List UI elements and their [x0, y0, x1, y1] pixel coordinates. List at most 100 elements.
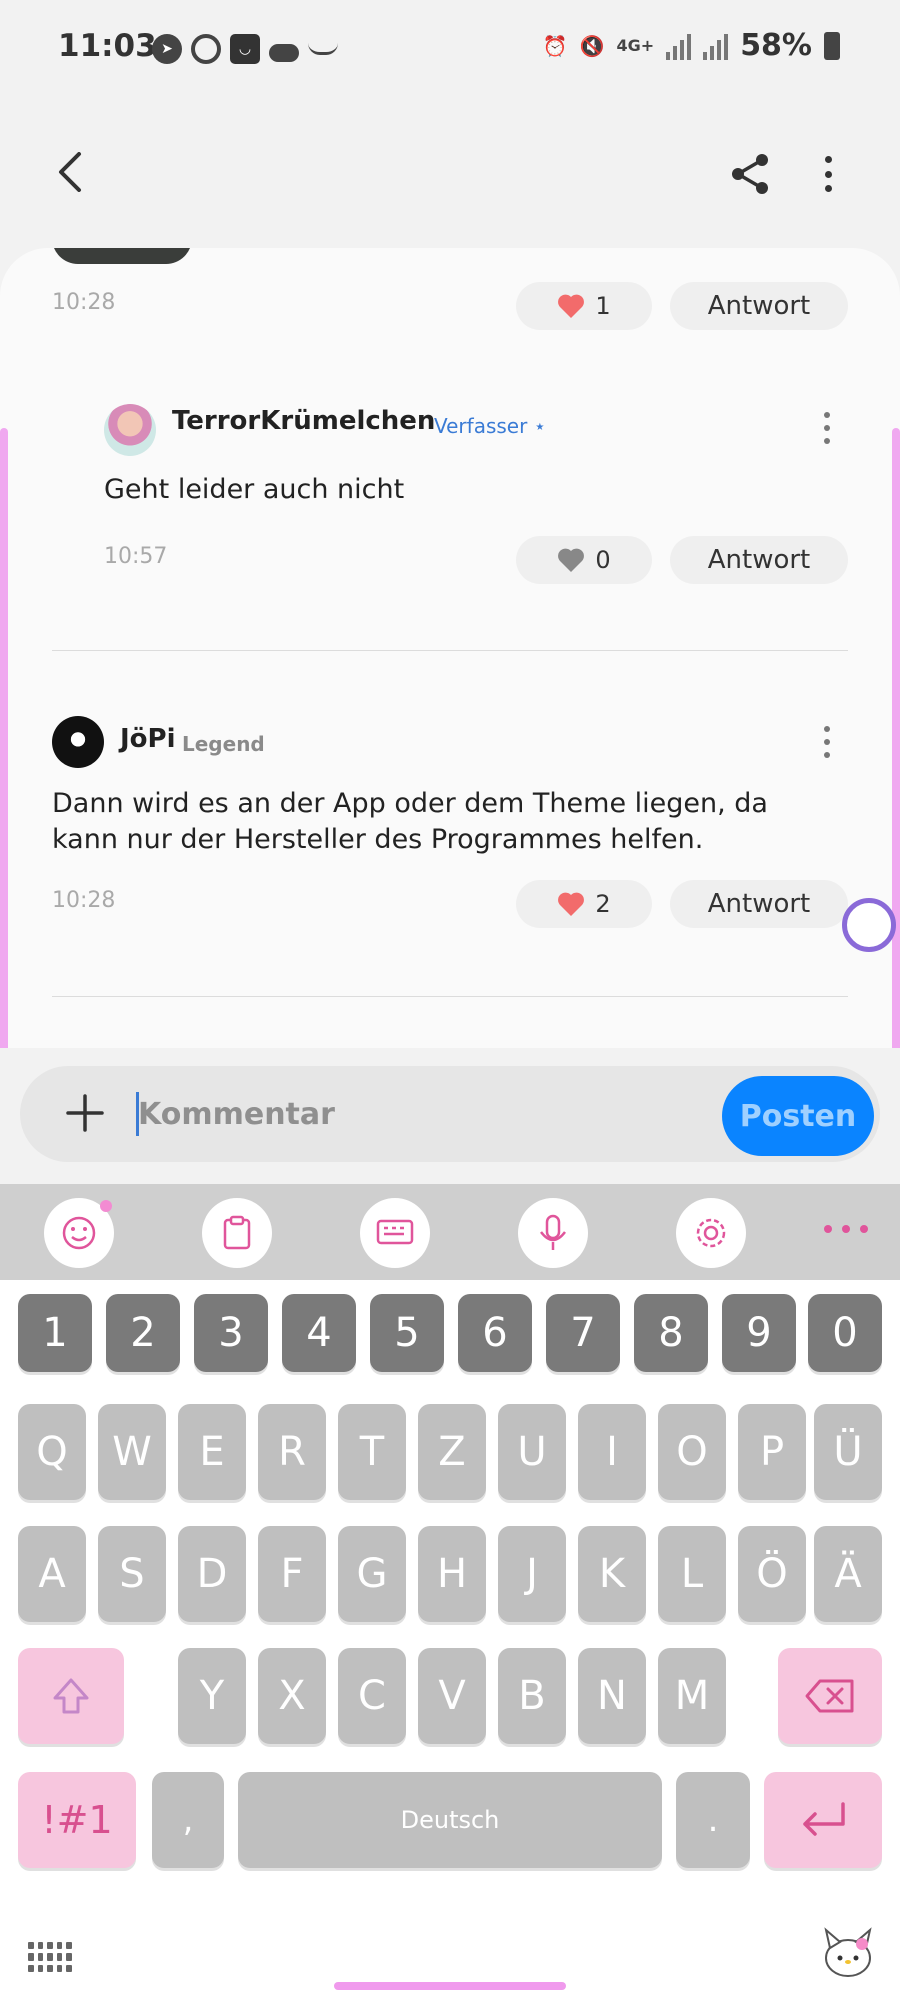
- author-role-badge: Verfasser ⋆: [434, 414, 547, 438]
- key-q[interactable]: Q: [18, 1404, 86, 1500]
- alarm-icon: ⏰: [542, 33, 568, 58]
- key-m[interactable]: M: [658, 1648, 726, 1744]
- key-8[interactable]: 8: [634, 1294, 708, 1372]
- keyboard-toolbar: [0, 1184, 900, 1280]
- floating-assistant-icon[interactable]: [842, 898, 896, 952]
- key-l[interactable]: L: [658, 1526, 726, 1622]
- key-a[interactable]: A: [18, 1526, 86, 1622]
- comment-composer: Posten: [0, 1048, 900, 1184]
- key-r[interactable]: R: [258, 1404, 326, 1500]
- enter-key[interactable]: [764, 1772, 882, 1868]
- microphone-icon: [540, 1214, 566, 1250]
- notification-dot: [100, 1200, 112, 1212]
- comment-menu-button[interactable]: [812, 408, 842, 448]
- key-e[interactable]: E: [178, 1404, 246, 1500]
- key-s[interactable]: S: [98, 1526, 166, 1622]
- voice-input-button[interactable]: [518, 1198, 588, 1268]
- key-u[interactable]: U: [498, 1404, 566, 1500]
- key-d[interactable]: D: [178, 1526, 246, 1622]
- period-key[interactable]: .: [676, 1772, 750, 1868]
- signal-icon: [666, 32, 692, 60]
- comma-key[interactable]: ,: [152, 1772, 224, 1868]
- comment-input[interactable]: [138, 1082, 698, 1146]
- cloud-icon: [269, 44, 299, 62]
- keyboard-settings-button[interactable]: [676, 1198, 746, 1268]
- keyboard-switch-icon[interactable]: [28, 1942, 72, 1972]
- network-type: 4G+: [616, 36, 655, 55]
- comment-menu-button[interactable]: [812, 722, 842, 762]
- shift-key[interactable]: [18, 1648, 124, 1744]
- key-6[interactable]: 6: [458, 1294, 532, 1372]
- heart-icon: [558, 294, 585, 318]
- comment-box: Posten: [20, 1066, 880, 1162]
- smiley-icon: [62, 1216, 96, 1250]
- symbols-key[interactable]: !#1: [18, 1772, 136, 1868]
- signal-icon: [703, 32, 729, 60]
- notification-icons: ➤ ◡: [152, 34, 338, 64]
- key-9[interactable]: 9: [722, 1294, 796, 1372]
- key-i[interactable]: I: [578, 1404, 646, 1500]
- shopping-bag-icon: ◡: [230, 34, 260, 64]
- key-b[interactable]: B: [498, 1648, 566, 1744]
- key-v[interactable]: V: [418, 1648, 486, 1744]
- more-options-button[interactable]: [810, 152, 846, 196]
- key-t[interactable]: T: [338, 1404, 406, 1500]
- attach-button[interactable]: [60, 1088, 110, 1138]
- key-z[interactable]: Z: [418, 1404, 486, 1500]
- space-key[interactable]: Deutsch: [238, 1772, 662, 1868]
- key-h[interactable]: H: [418, 1526, 486, 1622]
- kitty-mascot-icon[interactable]: [818, 1924, 878, 1984]
- key-5[interactable]: 5: [370, 1294, 444, 1372]
- more-tools-button[interactable]: [824, 1214, 868, 1244]
- key-f[interactable]: F: [258, 1526, 326, 1622]
- key-oe[interactable]: Ö: [738, 1526, 806, 1622]
- share-button[interactable]: [728, 152, 772, 196]
- keyboard-icon: [376, 1219, 414, 1245]
- key-g[interactable]: G: [338, 1526, 406, 1622]
- reply-button[interactable]: Antwort: [670, 536, 848, 584]
- post-button[interactable]: Posten: [722, 1076, 874, 1156]
- keyboard-mode-button[interactable]: [360, 1198, 430, 1268]
- key-j[interactable]: J: [498, 1526, 566, 1622]
- clipboard-button[interactable]: [202, 1198, 272, 1268]
- share-icon: [732, 154, 768, 194]
- home-indicator[interactable]: [334, 1982, 566, 1990]
- avatar[interactable]: [52, 716, 104, 768]
- key-0[interactable]: 0: [808, 1294, 882, 1372]
- status-time: 11:03: [58, 28, 157, 64]
- back-button[interactable]: [48, 150, 92, 194]
- key-o[interactable]: O: [658, 1404, 726, 1500]
- key-2[interactable]: 2: [106, 1294, 180, 1372]
- gear-icon: [696, 1218, 726, 1248]
- key-y[interactable]: Y: [178, 1648, 246, 1744]
- key-1[interactable]: 1: [18, 1294, 92, 1372]
- key-ue[interactable]: Ü: [814, 1404, 882, 1500]
- avatar[interactable]: [104, 404, 156, 456]
- key-w[interactable]: W: [98, 1404, 166, 1500]
- key-3[interactable]: 3: [194, 1294, 268, 1372]
- chevron-left-icon: [59, 152, 81, 192]
- key-p[interactable]: P: [738, 1404, 806, 1500]
- like-button[interactable]: 0: [516, 536, 652, 584]
- like-count: 0: [595, 546, 611, 574]
- key-k[interactable]: K: [578, 1526, 646, 1622]
- key-n[interactable]: N: [578, 1648, 646, 1744]
- backspace-key[interactable]: [778, 1648, 882, 1744]
- key-7[interactable]: 7: [546, 1294, 620, 1372]
- clipboard-icon: [223, 1215, 251, 1250]
- comment-author[interactable]: JöPi: [120, 724, 176, 754]
- enter-icon: [803, 1802, 845, 1836]
- emoji-button[interactable]: [44, 1198, 114, 1268]
- like-button[interactable]: 2: [516, 880, 652, 928]
- reply-button[interactable]: Antwort: [670, 282, 848, 330]
- comment-time: 10:28: [52, 290, 116, 315]
- key-x[interactable]: X: [258, 1648, 326, 1744]
- key-c[interactable]: C: [338, 1648, 406, 1744]
- like-count: 2: [595, 890, 611, 918]
- reply-button[interactable]: Antwort: [670, 880, 848, 928]
- key-ae[interactable]: Ä: [814, 1526, 882, 1622]
- like-button[interactable]: 1: [516, 282, 652, 330]
- telegram-icon: ➤: [152, 34, 182, 64]
- comment-author[interactable]: TerrorKrümelchen: [172, 406, 435, 436]
- key-4[interactable]: 4: [282, 1294, 356, 1372]
